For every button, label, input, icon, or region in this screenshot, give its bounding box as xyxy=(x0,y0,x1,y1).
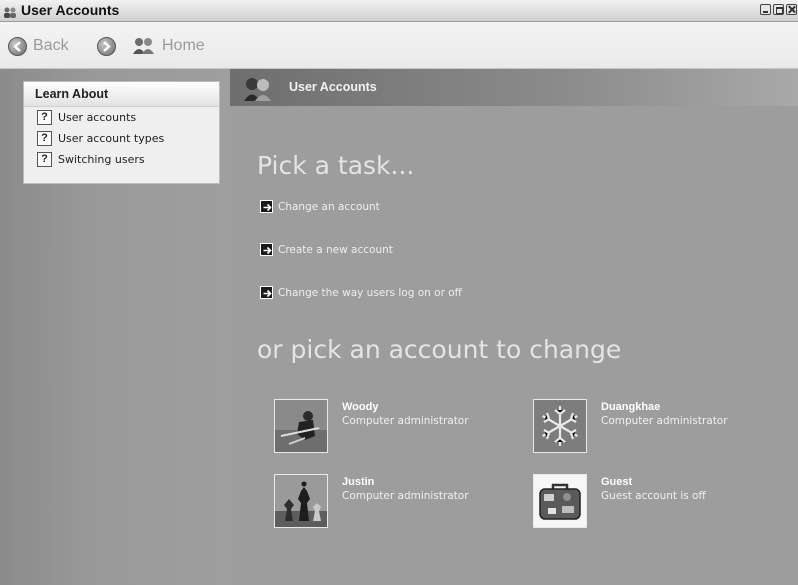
arrow-right-icon xyxy=(260,200,273,213)
section-title: User Accounts xyxy=(289,80,377,94)
skier-icon xyxy=(274,399,328,453)
account-name: Duangkhae xyxy=(601,401,661,413)
home-label: Home xyxy=(162,37,205,54)
task-create-account[interactable]: Create a new account xyxy=(260,243,393,256)
pick-task-heading: Pick a task... xyxy=(257,151,415,180)
user-accounts-icon xyxy=(3,4,17,18)
back-label: Back xyxy=(33,37,69,54)
learn-link-switching-users[interactable]: ? Switching users xyxy=(24,149,219,170)
learn-link-label: Switching users xyxy=(58,153,145,166)
forward-button[interactable] xyxy=(97,35,116,57)
task-label: Change the way users log on or off xyxy=(278,286,462,299)
learn-about-heading: Learn About xyxy=(24,82,219,107)
snowflake-icon xyxy=(533,399,587,453)
account-justin[interactable]: Justin Computer administrator xyxy=(274,474,504,532)
account-name: Guest xyxy=(601,476,633,488)
back-arrow-icon xyxy=(8,36,27,56)
learn-about-box: Learn About ? User accounts ? User accou… xyxy=(23,81,220,184)
back-button[interactable]: Back xyxy=(8,35,69,57)
arrow-right-icon xyxy=(260,286,273,299)
home-button[interactable]: Home xyxy=(132,35,205,57)
left-panel: Learn About ? User accounts ? User accou… xyxy=(0,69,230,585)
maximize-button[interactable] xyxy=(773,4,784,15)
account-type: Guest account is off xyxy=(601,490,706,502)
account-guest[interactable]: Guest Guest account is off xyxy=(533,474,763,532)
users-home-icon xyxy=(132,37,156,55)
learn-link-user-account-types[interactable]: ? User account types xyxy=(24,128,219,149)
account-type: Computer administrator xyxy=(601,415,728,427)
chess-icon xyxy=(274,474,328,528)
help-icon: ? xyxy=(37,110,52,125)
task-label: Create a new account xyxy=(278,243,393,256)
pick-account-heading: or pick an account to change xyxy=(257,335,622,364)
account-name: Justin xyxy=(342,476,375,488)
task-change-account[interactable]: Change an account xyxy=(260,200,380,213)
main-content: User Accounts Pick a task... Change an a… xyxy=(230,69,798,585)
user-accounts-window: User Accounts Back Home Learn About ? Us… xyxy=(0,0,798,585)
close-button[interactable] xyxy=(786,4,797,15)
section-header: User Accounts xyxy=(230,69,798,106)
user-accounts-people-icon xyxy=(243,77,273,101)
account-duangkhae[interactable]: Duangkhae Computer administrator xyxy=(533,399,763,457)
account-name: Woody xyxy=(342,401,379,413)
account-type: Computer administrator xyxy=(342,490,469,502)
help-icon: ? xyxy=(37,152,52,167)
account-woody[interactable]: Woody Computer administrator xyxy=(274,399,504,457)
minimize-button[interactable] xyxy=(760,4,771,15)
forward-arrow-icon xyxy=(97,36,116,56)
learn-link-label: User account types xyxy=(58,132,165,145)
arrow-right-icon xyxy=(260,243,273,256)
suitcase-icon xyxy=(533,474,587,528)
learn-link-user-accounts[interactable]: ? User accounts xyxy=(24,107,219,128)
task-label: Change an account xyxy=(278,200,380,213)
account-type: Computer administrator xyxy=(342,415,469,427)
learn-link-label: User accounts xyxy=(58,111,137,124)
help-icon: ? xyxy=(37,131,52,146)
title-bar: User Accounts xyxy=(0,0,798,22)
window-title: User Accounts xyxy=(21,2,120,18)
task-change-logon[interactable]: Change the way users log on or off xyxy=(260,286,462,299)
toolbar: Back Home xyxy=(0,22,798,69)
